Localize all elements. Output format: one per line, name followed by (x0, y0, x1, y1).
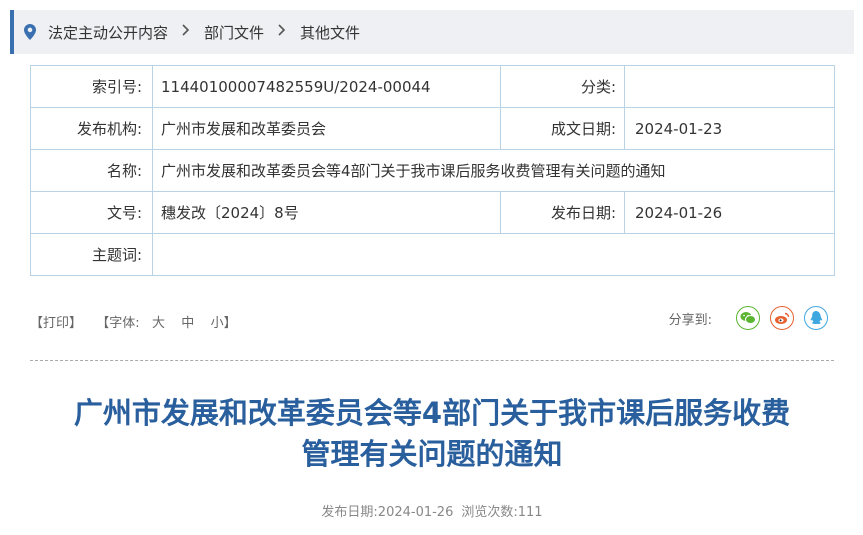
table-row: 发布机构: 广州市发展和改革委员会 成文日期: 2024-01-23 (30, 107, 835, 150)
category-label: 分类: (500, 65, 625, 108)
publish-date-label: 发布日期: (321, 505, 378, 520)
location-pin-icon (24, 23, 38, 41)
tool-links: 【打印】 【字体: 大 中 小】 (30, 312, 237, 331)
font-large-link[interactable]: 大 (152, 316, 165, 331)
category-value (624, 65, 835, 108)
article-title: 广州市发展和改革委员会等4部门关于我市课后服务收费 管理有关问题的通知 (30, 393, 834, 475)
subject-value (152, 233, 835, 276)
title-line-2: 管理有关问题的通知 (301, 437, 563, 471)
subject-label: 主题词: (30, 233, 153, 276)
publish-date-value: 2024-01-26 (624, 191, 835, 234)
print-link[interactable]: 【打印】 (30, 316, 82, 331)
written-date-value: 2024-01-23 (624, 107, 835, 150)
index-value: 11440100007482559U/2024-00044 (152, 65, 501, 108)
share-label: 分享到: (668, 312, 712, 328)
views-count: 111 (517, 505, 543, 520)
table-row: 名称: 广州市发展和改革委员会等4部门关于我市课后服务收费管理有关问题的通知 (30, 149, 835, 192)
document-meta-table: 索引号: 11440100007482559U/2024-00044 分类: 发… (30, 65, 835, 276)
table-row: 索引号: 11440100007482559U/2024-00044 分类: (30, 65, 835, 108)
chevron-right-icon (182, 24, 190, 40)
name-label: 名称: (30, 149, 153, 192)
breadcrumb-item-other-docs[interactable]: 其他文件 (300, 22, 360, 43)
table-row: 文号: 穗发改〔2024〕8号 发布日期: 2024-01-26 (30, 191, 835, 234)
doc-number-label: 文号: (30, 191, 153, 234)
breadcrumb-item-department-docs[interactable]: 部门文件 (204, 22, 264, 43)
weibo-icon[interactable] (770, 306, 794, 330)
publisher-value: 广州市发展和改革委员会 (152, 107, 501, 150)
publisher-label: 发布机构: (30, 107, 153, 150)
share-bar: 分享到: (669, 306, 828, 330)
article-toolbar: 【打印】 【字体: 大 中 小】 分享到: (30, 306, 834, 334)
table-row: 主题词: (30, 233, 835, 276)
views-label: 浏览次数: (461, 505, 518, 520)
font-medium-link[interactable]: 中 (181, 316, 194, 331)
wechat-icon[interactable] (736, 306, 760, 330)
publish-date: 2024-01-26 (377, 505, 454, 520)
font-small-link[interactable]: 小】 (211, 316, 237, 331)
publish-date-label: 发布日期: (500, 191, 625, 234)
publish-info: 发布日期:2024-01-26 浏览次数:111 (30, 501, 834, 520)
doc-number-value: 穗发改〔2024〕8号 (152, 191, 501, 234)
title-line-1: 广州市发展和改革委员会等4部门关于我市课后服务收费 (73, 396, 791, 430)
breadcrumb-item-public-content[interactable]: 法定主动公开内容 (48, 22, 168, 43)
written-date-label: 成文日期: (500, 107, 625, 150)
qq-icon[interactable] (804, 306, 828, 330)
index-label: 索引号: (30, 65, 153, 108)
divider (30, 360, 834, 361)
breadcrumb: 法定主动公开内容 部门文件 其他文件 (10, 10, 854, 54)
name-value: 广州市发展和改革委员会等4部门关于我市课后服务收费管理有关问题的通知 (152, 149, 835, 192)
font-size-label: 【字体: (96, 316, 140, 331)
chevron-right-icon (278, 24, 286, 40)
